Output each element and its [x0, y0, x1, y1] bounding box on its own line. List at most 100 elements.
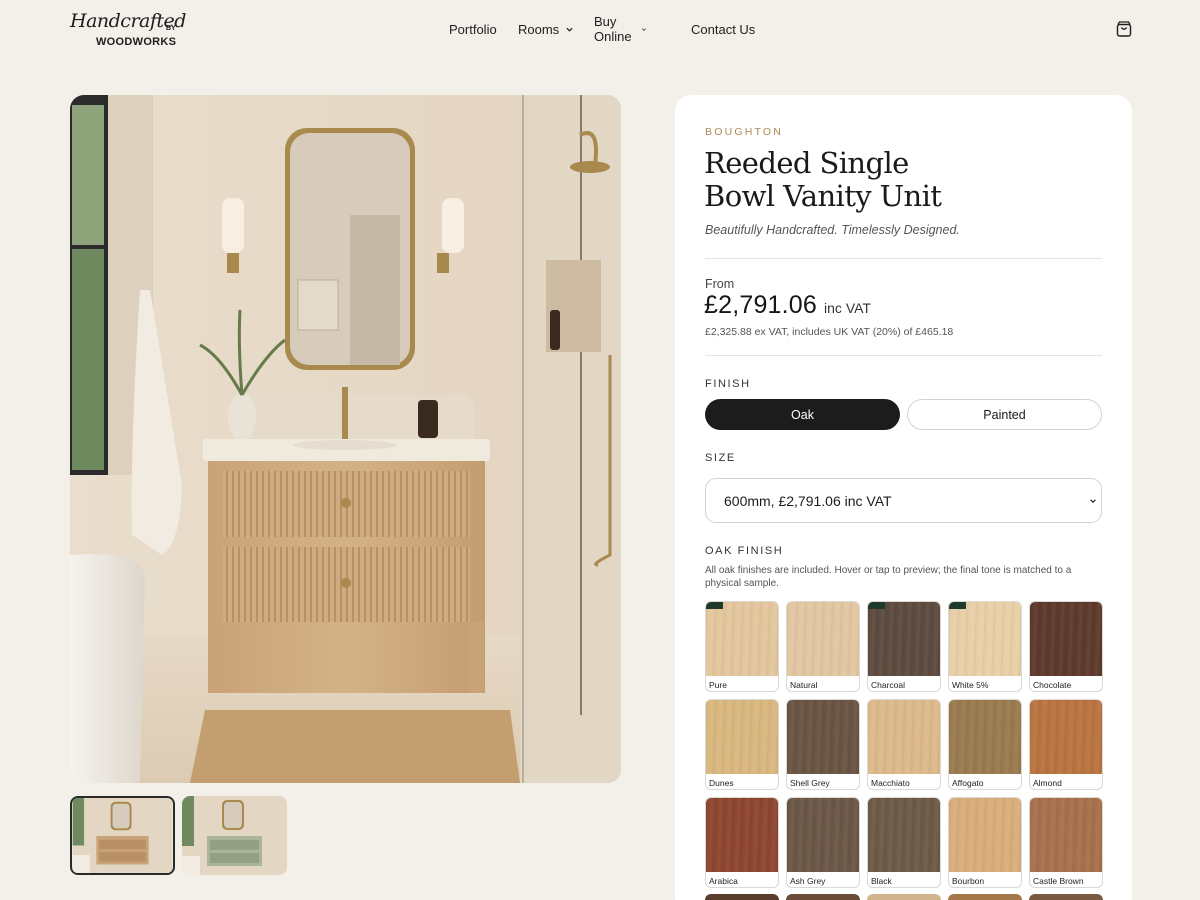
oak-finish-swatch[interactable]: Pure [705, 601, 779, 692]
finish-option-oak[interactable]: Oak [705, 399, 900, 430]
oak-finish-swatch[interactable]: Black [867, 797, 941, 888]
nav-item-contact-us[interactable]: Contact Us [691, 20, 755, 38]
site-header: Handcrafted BY WOODWORKS Portfolio Rooms… [0, 0, 1200, 62]
swatch-wood-sample [787, 700, 859, 774]
oak-finish-swatch[interactable]: Ash Grey [786, 797, 860, 888]
swatch-wood-sample [1030, 798, 1102, 872]
logo[interactable]: Handcrafted BY WOODWORKS [70, 8, 186, 52]
finish-option-painted[interactable]: Painted [907, 399, 1102, 430]
oak-finish-swatch-partial[interactable] [867, 894, 941, 900]
size-label: SIZE [705, 452, 736, 464]
thumbnail-image-oak [72, 798, 173, 873]
oak-finish-label: OAK FINISH [705, 545, 784, 557]
swatch-label: Affogato [952, 778, 984, 788]
size-select-value: 600mm, £2,791.06 inc VAT [724, 493, 892, 509]
product-title: Reeded Single Bowl Vanity Unit [704, 147, 1104, 213]
swatch-wood-sample [868, 700, 940, 774]
oak-finish-swatch-partial[interactable] [948, 894, 1022, 900]
swatch-wood-sample [868, 602, 940, 676]
price-row: £2,791.06 inc VAT [704, 291, 871, 320]
swatch-wood-sample [949, 798, 1021, 872]
logo-wordmark: WOODWORKS [96, 36, 177, 48]
price-vat-suffix: inc VAT [824, 300, 871, 316]
gallery-thumbnail[interactable] [70, 796, 175, 875]
nav-item-label: Buy Online [594, 14, 632, 44]
price: £2,791.06 [704, 291, 818, 319]
price-from-label: From [705, 277, 735, 291]
swatch-label: Castle Brown [1033, 876, 1084, 886]
oak-finish-swatch[interactable]: Chocolate [1029, 601, 1103, 692]
swatch-wood-sample [949, 700, 1021, 774]
swatch-label: Shell Grey [790, 778, 830, 788]
oak-finish-swatch[interactable]: White 5% [948, 601, 1022, 692]
thumbnail-image-painted [182, 796, 287, 875]
nav-item-label: Portfolio [449, 21, 497, 37]
product-main-image[interactable] [70, 95, 621, 783]
swatch-wood-sample [706, 798, 778, 872]
swatch-badge [949, 602, 966, 609]
product-title-line-1: Reeded Single [704, 146, 909, 180]
swatch-label: Arabica [709, 876, 738, 886]
swatch-wood-sample [787, 602, 859, 676]
gallery-thumbnail[interactable] [182, 796, 287, 875]
swatch-wood-sample [706, 602, 778, 676]
shopping-bag-icon[interactable] [1115, 20, 1133, 38]
oak-finish-swatch[interactable]: Bourbon [948, 797, 1022, 888]
chevron-down-icon [1090, 499, 1096, 504]
oak-finish-swatch-row-partial [705, 894, 1105, 900]
nav-item-label: Rooms [518, 21, 560, 37]
divider [705, 355, 1102, 356]
swatch-label: Charcoal [871, 680, 906, 690]
swatch-label: Almond [1033, 778, 1062, 788]
oak-finish-swatch-partial[interactable] [705, 894, 779, 900]
swatch-label: Black [871, 876, 892, 886]
product-details-panel: BOUGHTON Reeded Single Bowl Vanity Unit … [675, 95, 1132, 900]
oak-finish-note: All oak finishes are included. Hover or … [705, 565, 1072, 589]
swatch-wood-sample [868, 798, 940, 872]
swatch-label: Bourbon [952, 876, 985, 886]
price-breakdown: £2,325.88 ex VAT, includes UK VAT (20%) … [705, 326, 954, 338]
oak-finish-swatch[interactable]: Shell Grey [786, 699, 860, 790]
size-select[interactable]: 600mm, £2,791.06 inc VAT [705, 478, 1102, 523]
swatch-wood-sample [1030, 602, 1102, 676]
oak-finish-swatch[interactable]: Almond [1029, 699, 1103, 790]
chevron-down-icon [641, 27, 646, 31]
oak-finish-swatch[interactable]: Castle Brown [1029, 797, 1103, 888]
bathroom-scene-illustration [70, 95, 621, 783]
oak-finish-swatch[interactable]: Charcoal [867, 601, 941, 692]
swatch-label: Macchiato [871, 778, 910, 788]
oak-finish-swatch-partial[interactable] [1029, 894, 1103, 900]
swatch-wood-sample [949, 602, 1021, 676]
product-title-line-2: Bowl Vanity Unit [704, 179, 942, 213]
swatch-label: Dunes [709, 778, 734, 788]
oak-finish-swatch[interactable]: Arabica [705, 797, 779, 888]
oak-finish-swatch[interactable]: Macchiato [867, 699, 941, 790]
finish-option-label: Oak [791, 407, 814, 422]
finish-label: FINISH [705, 378, 751, 390]
finish-option-label: Painted [983, 407, 1026, 422]
swatch-label: Chocolate [1033, 680, 1072, 690]
swatch-badge [706, 602, 723, 609]
oak-finish-swatch-partial[interactable] [786, 894, 860, 900]
product-tagline: Beautifully Handcrafted. Timelessly Desi… [705, 223, 960, 237]
nav-item-buy-online[interactable]: Buy Online [594, 14, 647, 44]
nav-item-portfolio[interactable]: Portfolio [449, 20, 497, 38]
chevron-down-icon [566, 27, 573, 32]
swatch-wood-sample [787, 798, 859, 872]
swatch-wood-sample [706, 700, 778, 774]
oak-finish-swatch[interactable]: Affogato [948, 699, 1022, 790]
oak-finish-swatch-grid: Pure Natural Charcoal White 5% Chocolate Dune… [705, 601, 1105, 888]
swatch-badge [868, 602, 885, 609]
logo-by: BY [166, 25, 176, 32]
nav-item-rooms[interactable]: Rooms [518, 20, 574, 38]
swatch-wood-sample [1030, 700, 1102, 774]
swatch-label: Pure [709, 680, 727, 690]
swatch-label: White 5% [952, 680, 989, 690]
oak-finish-swatch[interactable]: Dunes [705, 699, 779, 790]
oak-finish-swatch[interactable]: Natural [786, 601, 860, 692]
swatch-label: Ash Grey [790, 876, 826, 886]
swatch-label: Natural [790, 680, 818, 690]
nav-item-label: Contact Us [691, 21, 756, 37]
product-collection: BOUGHTON [705, 126, 784, 138]
divider [705, 258, 1102, 259]
